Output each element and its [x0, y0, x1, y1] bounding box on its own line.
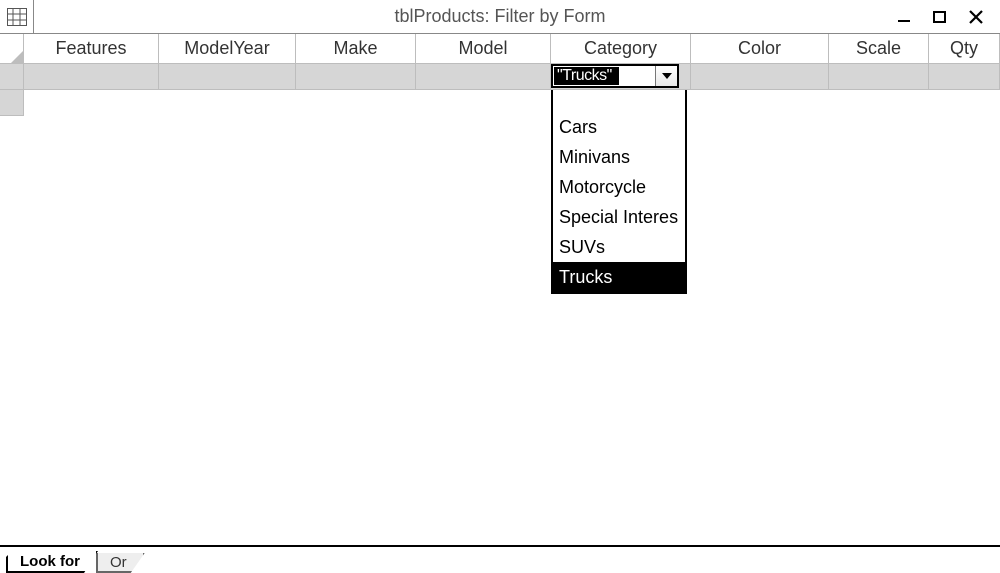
select-all-corner[interactable]	[0, 34, 24, 64]
titlebar: tblProducts: Filter by Form	[0, 0, 1000, 34]
column-header-scale[interactable]: Scale	[829, 34, 929, 64]
close-button[interactable]	[958, 3, 994, 31]
column-header-features[interactable]: Features	[24, 34, 159, 64]
row-selector[interactable]	[0, 64, 24, 90]
filter-grid: FeaturesModelYearMakeModelCategoryColorS…	[0, 34, 1000, 545]
filter-cell-scale[interactable]	[829, 64, 929, 90]
filter-cell-category[interactable]: "Trucks"CarsMinivansMotorcycleSpecial In…	[551, 64, 691, 90]
column-header-make[interactable]: Make	[296, 34, 416, 64]
dropdown-option[interactable]: Minivans	[553, 142, 685, 172]
dropdown-option[interactable]: Special Interes	[553, 202, 685, 232]
tab-look-for[interactable]: Look for	[6, 551, 98, 573]
column-header-row: FeaturesModelYearMakeModelCategoryColorS…	[0, 34, 1000, 64]
dropdown-option[interactable]: Cars	[553, 112, 685, 142]
column-header-model[interactable]: Model	[416, 34, 551, 64]
restore-button[interactable]	[922, 3, 958, 31]
dropdown-arrow-icon[interactable]	[655, 66, 677, 86]
criteria-tabs: Look for Or	[0, 545, 1000, 573]
filter-cell-make[interactable]	[296, 64, 416, 90]
row-selector[interactable]	[0, 90, 24, 116]
tab-or[interactable]: Or	[96, 553, 145, 573]
filter-criteria-row: "Trucks"CarsMinivansMotorcycleSpecial In…	[0, 64, 1000, 90]
column-header-qty[interactable]: Qty	[929, 34, 1000, 64]
filter-cell-qty[interactable]	[929, 64, 1000, 90]
filter-cell-modelyear[interactable]	[159, 64, 296, 90]
datasheet-icon	[0, 0, 34, 33]
minimize-button[interactable]	[886, 3, 922, 31]
filter-cell-model[interactable]	[416, 64, 551, 90]
blank-area	[24, 90, 1000, 116]
filter-cell-features[interactable]	[24, 64, 159, 90]
category-combobox[interactable]: "Trucks"	[551, 64, 679, 88]
window-controls	[886, 0, 994, 34]
dropdown-option[interactable]: SUVs	[553, 232, 685, 262]
column-header-category[interactable]: Category	[551, 34, 691, 64]
filter-cell-color[interactable]	[691, 64, 829, 90]
dropdown-option[interactable]: Trucks	[553, 262, 685, 292]
window-title: tblProducts: Filter by Form	[394, 6, 605, 27]
column-header-modelyear[interactable]: ModelYear	[159, 34, 296, 64]
blank-row	[0, 90, 1000, 116]
column-header-color[interactable]: Color	[691, 34, 829, 64]
dropdown-option[interactable]: Motorcycle	[553, 172, 685, 202]
category-dropdown-list[interactable]: CarsMinivansMotorcycleSpecial InteresSUV…	[551, 90, 687, 294]
combobox-value[interactable]: "Trucks"	[554, 67, 619, 85]
